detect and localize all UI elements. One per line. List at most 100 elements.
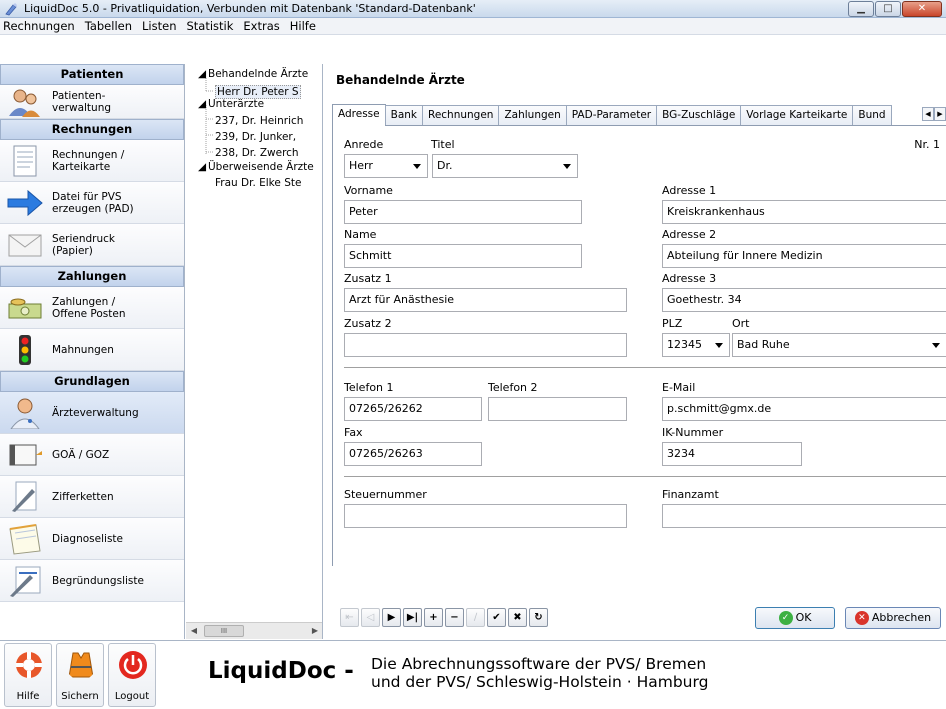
tree-node-unteraerzte[interactable]: Unterärzte — [208, 98, 264, 110]
nav-item-aerzteverwaltung[interactable]: Ärzteverwaltung — [0, 392, 184, 434]
nav-item-zahlungen[interactable]: Zahlungen / Offene Posten — [0, 287, 184, 329]
nav-label: Zahlungen / Offene Posten — [52, 295, 126, 320]
nav-label: GOÄ / GOZ — [52, 448, 110, 461]
first-record-icon[interactable]: ⇤ — [340, 608, 359, 627]
nav-item-mahnungen[interactable]: Mahnungen — [0, 329, 184, 371]
delete-record-icon[interactable]: − — [445, 608, 464, 627]
tab-bank[interactable]: Bank — [384, 105, 423, 125]
nav-section-rechnungen[interactable]: Rechnungen — [0, 119, 184, 140]
nav-item-patientenverwaltung[interactable]: Patienten- verwaltung — [0, 85, 184, 119]
telefon2-field[interactable] — [488, 397, 627, 421]
tree-node-ueberweisende[interactable]: Überweisende Ärzte — [208, 161, 314, 173]
vorname-field[interactable]: Peter — [344, 200, 582, 224]
refresh-icon[interactable]: ↻ — [529, 608, 548, 627]
tree-node-237[interactable]: 237, Dr. Heinrich — [215, 115, 303, 127]
tree-horizontal-scrollbar[interactable]: ◀ III ▶ — [186, 622, 322, 639]
zusatz1-label: Zusatz 1 — [344, 272, 392, 285]
telefon1-field[interactable]: 07265/26262 — [344, 397, 482, 421]
ik-field[interactable]: 3234 — [662, 442, 802, 466]
tab-scroll-right-icon[interactable]: ▶ — [934, 107, 946, 121]
tab-zahlungen[interactable]: Zahlungen — [498, 105, 567, 125]
scroll-thumb[interactable]: III — [204, 625, 244, 637]
titel-select[interactable]: Dr. — [432, 154, 578, 178]
menu-hilfe[interactable]: Hilfe — [285, 19, 321, 33]
edit-record-icon[interactable]: ∕ — [466, 608, 485, 627]
zusatz1-field[interactable]: Arzt für Anästhesie — [344, 288, 627, 312]
previous-record-icon[interactable]: ◁ — [361, 608, 380, 627]
menu-statistik[interactable]: Statistik — [181, 19, 238, 33]
logout-button[interactable]: Logout — [108, 643, 156, 707]
nav-label: Ärzteverwaltung — [52, 406, 139, 419]
nav-item-diagnoseliste[interactable]: Diagnoseliste — [0, 518, 184, 560]
tree-node-behandelnde[interactable]: Behandelnde Ärzte — [208, 68, 308, 80]
tab-bund[interactable]: Bund — [852, 105, 892, 125]
maximize-button[interactable]: □ — [875, 1, 901, 17]
menu-listen[interactable]: Listen — [137, 19, 181, 33]
vorname-label: Vorname — [344, 184, 393, 197]
add-record-icon[interactable]: + — [424, 608, 443, 627]
next-record-icon[interactable]: ▶ — [382, 608, 401, 627]
nav-label: Rechnungen / Karteikarte — [52, 148, 125, 173]
tagline: Die Abrechnungssoftware der PVS/ Bremen … — [371, 655, 709, 691]
nav-item-goae-goz[interactable]: GOÄ / GOZ — [0, 434, 184, 476]
anrede-select[interactable]: Herr — [344, 154, 428, 178]
doctor-tree: ◢ Behandelnde Ärzte Herr Dr. Peter S ◢ U… — [186, 64, 323, 639]
adresse1-field[interactable]: Kreiskrankenhaus — [662, 200, 946, 224]
cancel-button[interactable]: ✕ Abbrechen — [845, 607, 941, 629]
nav-item-begruendungsliste[interactable]: Begründungsliste — [0, 560, 184, 602]
nav-section-grundlagen[interactable]: Grundlagen — [0, 371, 184, 392]
cancel-edit-icon[interactable]: ✖ — [508, 608, 527, 627]
ort-label: Ort — [732, 317, 750, 330]
tree-node-frau-dr-elke[interactable]: Frau Dr. Elke Ste — [215, 177, 301, 189]
ok-button[interactable]: ✓ OK — [755, 607, 835, 629]
anrede-value: Herr — [349, 159, 373, 172]
tab-rechnungen[interactable]: Rechnungen — [422, 105, 500, 125]
nav-label: Mahnungen — [52, 343, 114, 356]
email-field[interactable]: p.schmitt@gmx.de — [662, 397, 946, 421]
close-button[interactable]: ✕ — [902, 1, 942, 17]
tab-scroll-left-icon[interactable]: ◀ — [922, 107, 934, 121]
ort-select[interactable]: Bad Ruhe — [732, 333, 946, 357]
minimize-button[interactable]: ▁ — [848, 1, 874, 17]
adresse3-field[interactable]: Goethestr. 34 — [662, 288, 946, 312]
tree-node-selected[interactable]: Herr Dr. Peter S — [215, 85, 301, 99]
tree-node-239[interactable]: 239, Dr. Junker, — [215, 131, 296, 143]
steuernummer-field[interactable] — [344, 504, 627, 528]
name-field[interactable]: Schmitt — [344, 244, 582, 268]
zusatz2-field[interactable] — [344, 333, 627, 357]
tab-bg-zuschlaege[interactable]: BG-Zuschläge — [656, 105, 742, 125]
tree-expand-icon[interactable]: ◢ — [198, 161, 206, 173]
plz-value: 12345 — [667, 338, 702, 351]
menu-rechnungen[interactable]: Rechnungen — [0, 19, 80, 33]
logout-label: Logout — [114, 691, 150, 702]
tree-expand-icon[interactable]: ◢ — [198, 98, 206, 110]
tab-pad-parameter[interactable]: PAD-Parameter — [565, 105, 658, 125]
navigation-panel: Patienten Patienten- verwaltung Rechnung… — [0, 64, 185, 639]
menu-extras[interactable]: Extras — [238, 19, 284, 33]
chevron-down-icon — [715, 343, 723, 348]
tree-expand-icon[interactable]: ◢ — [198, 68, 206, 80]
last-record-icon[interactable]: ▶| — [403, 608, 422, 627]
nav-item-rechnungen-karteikarte[interactable]: Rechnungen / Karteikarte — [0, 140, 184, 182]
post-record-icon[interactable]: ✔ — [487, 608, 506, 627]
nav-item-seriendruck[interactable]: Seriendruck (Papier) — [0, 224, 184, 266]
scroll-left-icon[interactable]: ◀ — [188, 625, 200, 637]
scroll-right-icon[interactable]: ▶ — [309, 625, 321, 637]
tab-vorlage-karteikarte[interactable]: Vorlage Karteikarte — [740, 105, 854, 125]
nav-item-zifferketten[interactable]: Zifferketten — [0, 476, 184, 518]
help-button[interactable]: Hilfe — [4, 643, 52, 707]
adresse2-field[interactable]: Abteilung für Innere Medizin — [662, 244, 946, 268]
doctor-icon — [10, 398, 40, 429]
nav-section-zahlungen[interactable]: Zahlungen — [0, 266, 184, 287]
backup-button[interactable]: Sichern — [56, 643, 104, 707]
nav-section-patienten[interactable]: Patienten — [0, 64, 184, 85]
nav-item-datei-pvs[interactable]: Datei für PVS erzeugen (PAD) — [0, 182, 184, 224]
brand-name: LiquidDoc - — [208, 658, 354, 684]
menu-tabellen[interactable]: Tabellen — [80, 19, 137, 33]
plz-select[interactable]: 12345 — [662, 333, 730, 357]
fax-field[interactable]: 07265/26263 — [344, 442, 482, 466]
tab-adresse[interactable]: Adresse — [332, 104, 386, 126]
nav-label: Patienten- verwaltung — [52, 89, 112, 114]
tree-node-238[interactable]: 238, Dr. Zwerch — [215, 147, 299, 159]
finanzamt-field[interactable] — [662, 504, 946, 528]
